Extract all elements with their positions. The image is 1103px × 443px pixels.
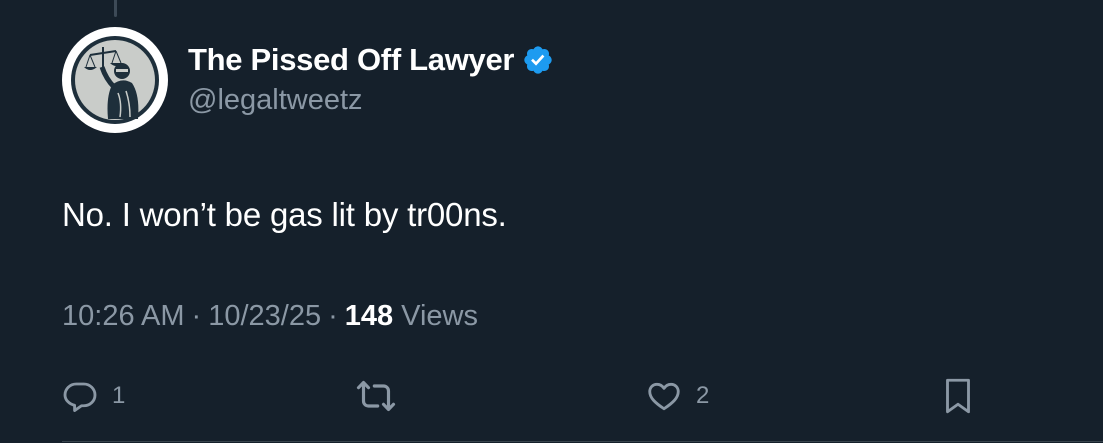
- like-count: 2: [696, 382, 710, 409]
- bookmark-icon: [946, 378, 970, 414]
- like-button[interactable]: 2: [646, 372, 709, 420]
- meta-separator: ·: [328, 300, 338, 332]
- author-name-row: The Pissed Off Lawyer: [188, 40, 554, 80]
- tweet-actions-bar: 1 2: [0, 372, 1103, 420]
- views-label: Views: [401, 300, 478, 332]
- retweet-button[interactable]: [356, 372, 410, 420]
- tweet-time[interactable]: 10:26 AM: [62, 300, 185, 333]
- reply-icon: [63, 382, 97, 412]
- reply-button[interactable]: 1: [62, 372, 125, 420]
- lady-justice-icon: [71, 36, 159, 124]
- tweet-date[interactable]: 10/23/25: [208, 300, 321, 333]
- thread-connector-line: [114, 0, 117, 17]
- retweet-icon: [356, 380, 396, 412]
- heart-icon: [648, 382, 680, 411]
- tweet-meta: 10:26 AM · 10/23/25 · 148 Views: [62, 300, 478, 333]
- bookmark-button[interactable]: [940, 372, 976, 420]
- tweet-detail: The Pissed Off Lawyer @legaltweetz No. I…: [0, 0, 1103, 443]
- verified-badge-icon[interactable]: [522, 44, 554, 76]
- meta-separator: ·: [191, 300, 202, 332]
- divider: [62, 441, 1103, 442]
- reply-count: 1: [112, 382, 126, 409]
- tweet-text: No. I won’t be gas lit by tr00ns.: [62, 196, 507, 233]
- author-handle[interactable]: @legaltweetz: [188, 84, 363, 117]
- author-display-name[interactable]: The Pissed Off Lawyer: [188, 42, 515, 78]
- views-count: 148: [344, 300, 394, 332]
- avatar[interactable]: [62, 27, 168, 133]
